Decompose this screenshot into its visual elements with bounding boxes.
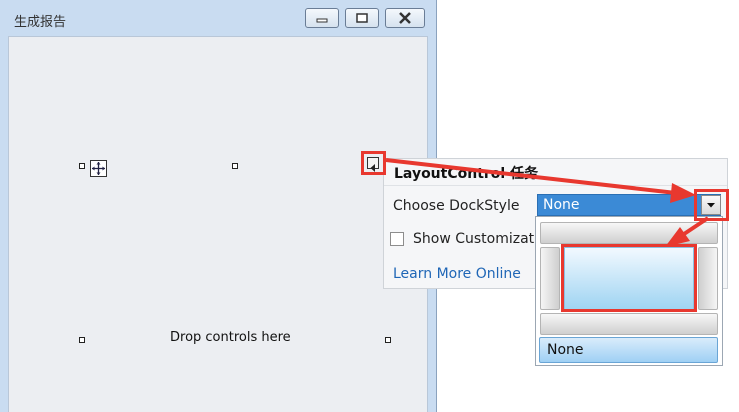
resize-handle-top-left[interactable]	[79, 163, 85, 169]
layout-control-surface[interactable]	[8, 36, 428, 412]
dockstyle-value: None	[543, 197, 580, 213]
maximize-button[interactable]	[345, 8, 379, 28]
dockstyle-label: Choose DockStyle	[393, 198, 520, 214]
maximize-icon	[356, 13, 368, 23]
resize-handle-top-middle[interactable]	[232, 163, 238, 169]
dock-left-option[interactable]	[540, 247, 560, 310]
dock-none-option[interactable]: None	[539, 337, 718, 363]
minimize-icon	[316, 18, 328, 23]
panel-divider	[384, 185, 727, 186]
learn-more-link[interactable]: Learn More Online	[393, 266, 521, 282]
close-icon	[399, 12, 411, 24]
dock-bottom-option[interactable]	[540, 313, 718, 335]
window-title: 生成报告	[14, 15, 67, 30]
dock-right-option[interactable]	[698, 247, 718, 310]
minimize-button[interactable]	[305, 8, 339, 28]
annotation-box-smart-tag	[361, 151, 386, 175]
annotation-box-dropdown-arrow	[694, 189, 729, 221]
panel-title: LayoutControl 任务	[394, 166, 539, 182]
dock-top-option[interactable]	[540, 222, 718, 244]
show-customization-checkbox[interactable]	[390, 232, 404, 246]
annotation-box-fill-option	[561, 244, 697, 312]
close-button[interactable]	[385, 8, 425, 28]
resize-handle-bottom-left[interactable]	[79, 337, 85, 343]
resize-handle-bottom-right[interactable]	[385, 337, 391, 343]
form-window: 生成报告	[0, 0, 437, 412]
show-customization-label[interactable]: Show Customizat	[413, 231, 534, 247]
dock-none-label: None	[547, 342, 584, 358]
move-icon[interactable]	[90, 160, 107, 177]
drop-controls-hint: Drop controls here	[170, 330, 291, 345]
